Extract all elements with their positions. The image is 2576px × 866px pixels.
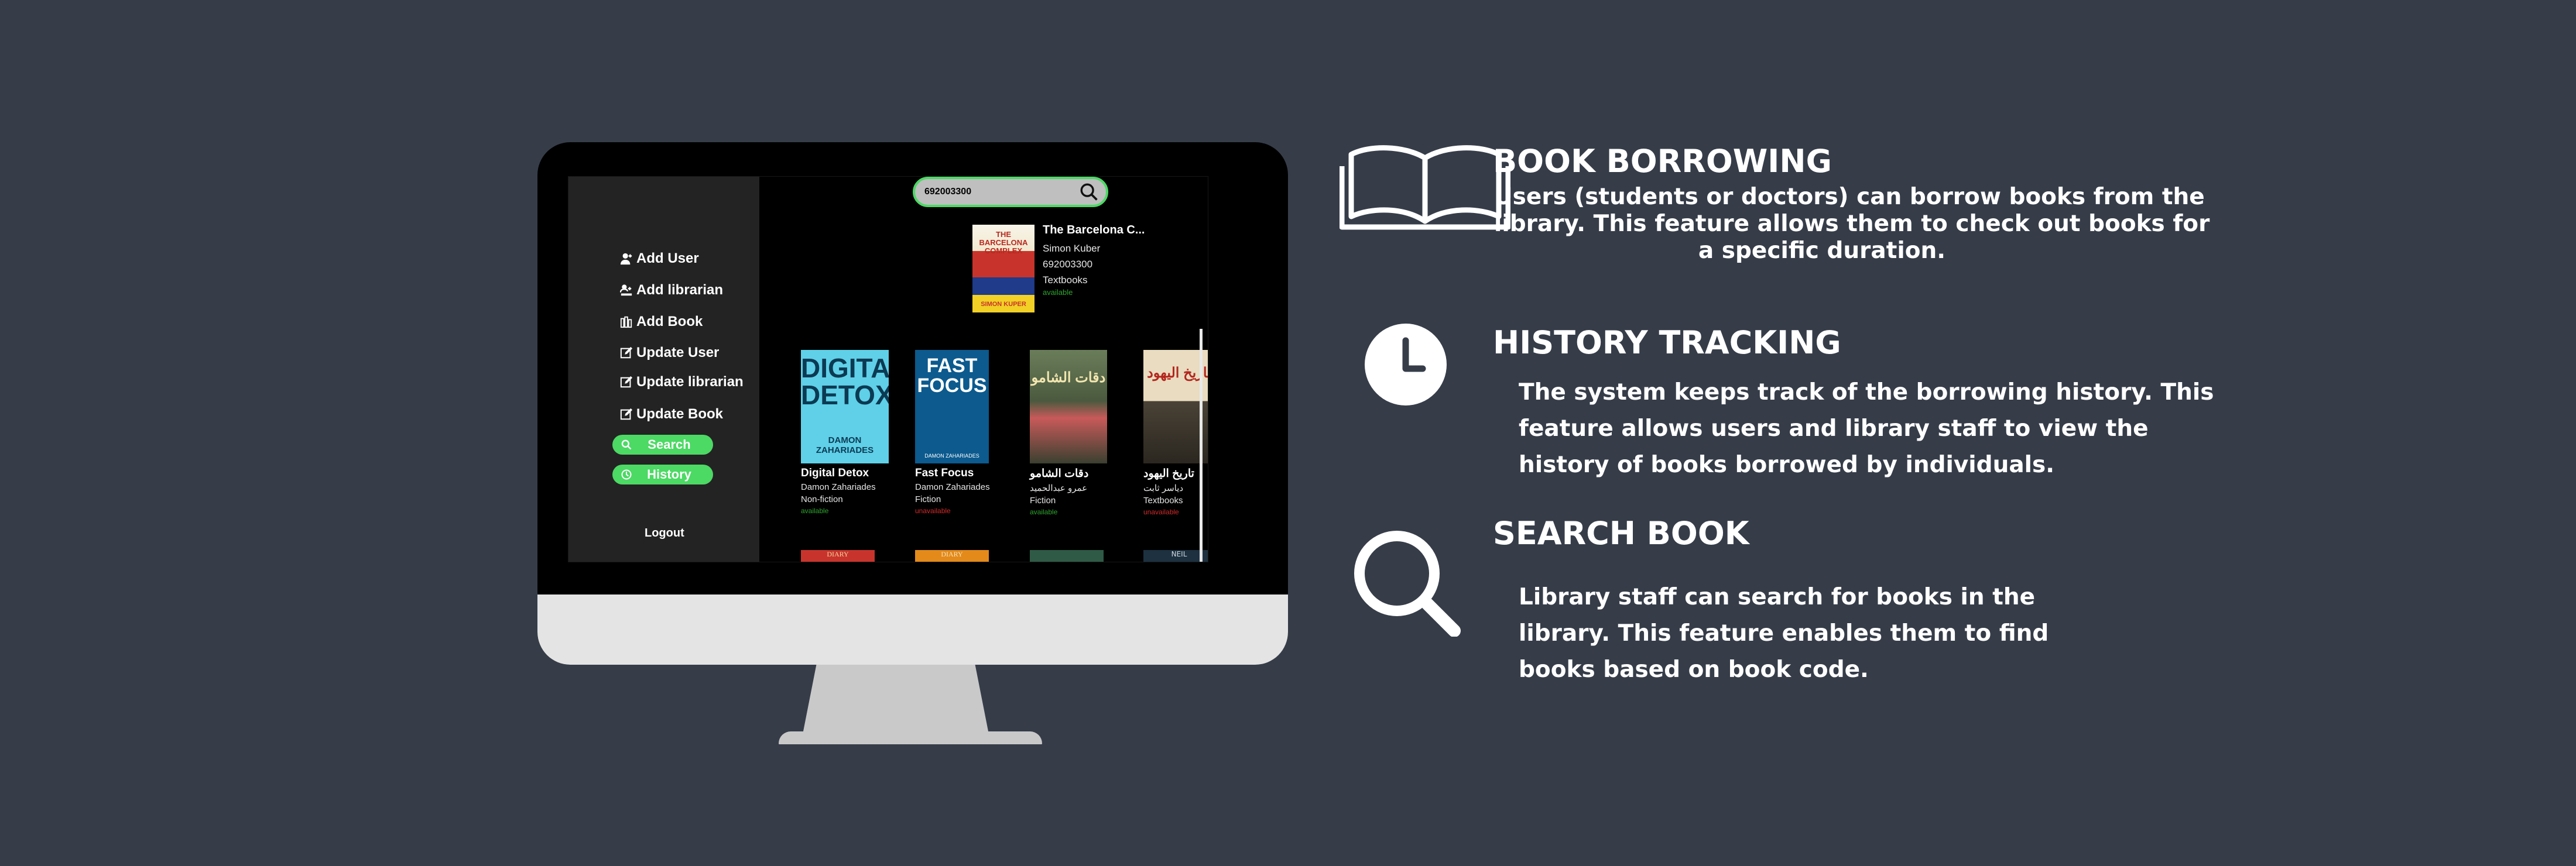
book-status: unavailable [1143,508,1179,516]
book-status: unavailable [915,507,951,515]
book-author: دياسر ثابت [1143,483,1184,493]
result-category: Textbooks [1043,274,1088,286]
sidebar-search-button[interactable]: Search [612,435,713,455]
book-title: تاريخ اليهود [1143,468,1194,480]
open-book-icon [1340,145,1510,230]
book-category: Fiction [1030,496,1056,506]
feature-title-search: SEARCH BOOK [1493,515,1749,552]
sidebar: Add User Add librarian Add Book Update U… [568,177,759,562]
app-screen: Add User Add librarian Add Book Update U… [568,176,1208,562]
feature-text-line: books based on book code. [1519,657,1869,683]
clock-icon [1365,324,1447,405]
book-author: عمرو عبدالحميد [1030,483,1088,493]
book-cover-partial-label: DIARY [827,550,849,558]
book-cover-author: DAMON ZAHARIADES [816,435,874,455]
book-status: available [801,507,829,515]
feature-text-line: The system keeps track of the borrowing … [1519,379,2214,405]
book-title: Digital Detox [801,467,869,479]
result-book-cover[interactable]: THE BARCELONA COMPLEX SIMON KUPER [972,225,1034,312]
book-cover-title: دقات الشامو [1031,370,1106,386]
book-card[interactable]: DIGITAL DETOX DAMON ZAHARIADES Digital D… [801,350,889,515]
sidebar-item-update-user[interactable]: Update User [620,345,719,361]
result-cover-title: THE BARCELONA COMPLEX [979,230,1028,255]
magnifier-icon [1354,531,1461,637]
result-code: 692003300 [1043,259,1093,270]
feature-text-line: library. This feature allows them to che… [1494,211,2210,237]
feature-text-line: library. This feature enables them to fi… [1519,620,2049,647]
book-cover-partial[interactable]: DIARY [801,550,875,562]
scrollbar[interactable] [1200,329,1203,562]
book-cover-partial-label: NEIL [1171,550,1187,558]
book-cover: تاريخ اليهود [1143,350,1208,463]
book-cover-title: تاريخ اليهود [1147,365,1208,381]
monitor-stand [802,661,989,737]
sidebar-item-label: Add User [636,250,699,266]
history-button-label: History [647,467,691,482]
sidebar-item-add-librarian[interactable]: Add librarian [620,282,723,298]
sidebar-item-add-user[interactable]: Add User [620,250,699,267]
sidebar-item-update-book[interactable]: Update Book [620,406,723,422]
feature-text-line: Library staff can search for books in th… [1519,584,2036,610]
monitor-stand-base [779,731,1042,744]
feature-title-borrowing: BOOK BORROWING [1493,143,1832,180]
book-card[interactable]: FAST FOCUS DAMON ZAHARIADES Fast Focus D… [915,350,1003,515]
feature-text-line: Users (students or doctors) can borrow b… [1494,184,2205,210]
feature-text-line: a specific duration. [1698,238,1946,264]
edit-icon [620,346,633,359]
monitor: Add User Add librarian Add Book Update U… [537,142,1288,665]
feature-text-search: Library staff can search for books in th… [1519,579,2049,688]
sidebar-item-add-book[interactable]: Add Book [620,314,703,330]
book-card[interactable]: تاريخ اليهود تاريخ اليهود دياسر ثابت Tex… [1143,350,1208,516]
sidebar-item-label: Add librarian [636,282,724,298]
books-add-icon [620,316,632,328]
book-cover-partial-label: DIARY [941,550,963,558]
book-category: Non-fiction [801,494,843,504]
result-status: available [1043,288,1073,297]
search-icon [621,439,632,450]
book-author: Damon Zahariades [915,482,990,492]
book-cover-title: DIGITAL DETOX [801,353,889,410]
feature-title-history: HISTORY TRACKING [1493,324,1841,361]
search-input[interactable] [923,186,1079,198]
user-add-icon [620,253,632,265]
book-title: دقات الشامو [1030,468,1089,480]
book-cover-partial[interactable] [1030,550,1104,562]
search-button-label: Search [648,437,691,452]
sidebar-item-label: Update Book [636,406,724,422]
monitor-chin [537,594,1288,665]
sidebar-history-button[interactable]: History [612,465,713,484]
librarian-add-icon [620,284,632,296]
book-cover-partial[interactable]: NEIL [1143,550,1208,562]
sidebar-item-label: Update User [636,345,720,360]
result-title[interactable]: The Barcelona C... [1043,224,1145,237]
search-bar [913,177,1108,207]
result-author: Simon Kuber [1043,243,1101,254]
history-icon [621,469,632,480]
sidebar-item-update-librarian[interactable]: Update librarian [620,374,744,390]
book-category: Textbooks [1143,496,1183,506]
feature-text-borrowing: Users (students or doctors) can borrow b… [1494,184,2210,264]
book-cover: FAST FOCUS DAMON ZAHARIADES [915,350,989,463]
result-info: The Barcelona C... Simon Kuber 692003300… [1043,224,1145,297]
search-icon[interactable] [1079,182,1099,202]
book-cover: دقات الشامو [1030,350,1107,463]
feature-text-line: history of books borrowed by individuals… [1519,452,2055,478]
book-status: available [1030,508,1058,516]
book-title: Fast Focus [915,467,974,479]
feature-text-line: feature allows users and library staff t… [1519,415,2149,442]
logout-button[interactable]: Logout [645,527,684,540]
sidebar-item-label: Add Book [636,314,703,329]
feature-text-history: The system keeps track of the borrowing … [1519,374,2214,483]
book-cover-author: DAMON ZAHARIADES [924,453,979,459]
book-cover-partial[interactable]: DIARY [915,550,989,562]
book-author: Damon Zahariades [801,482,876,492]
edit-icon [620,376,633,388]
result-cover-author: SIMON KUPER [981,301,1026,308]
book-card[interactable]: دقات الشامو دقات الشامو عمرو عبدالحميد F… [1030,350,1118,516]
edit-icon [620,408,633,420]
sidebar-item-label: Update librarian [636,374,744,390]
book-cover-title: FAST FOCUS [917,355,987,397]
book-cover: DIGITAL DETOX DAMON ZAHARIADES [801,350,889,463]
book-category: Fiction [915,494,941,504]
